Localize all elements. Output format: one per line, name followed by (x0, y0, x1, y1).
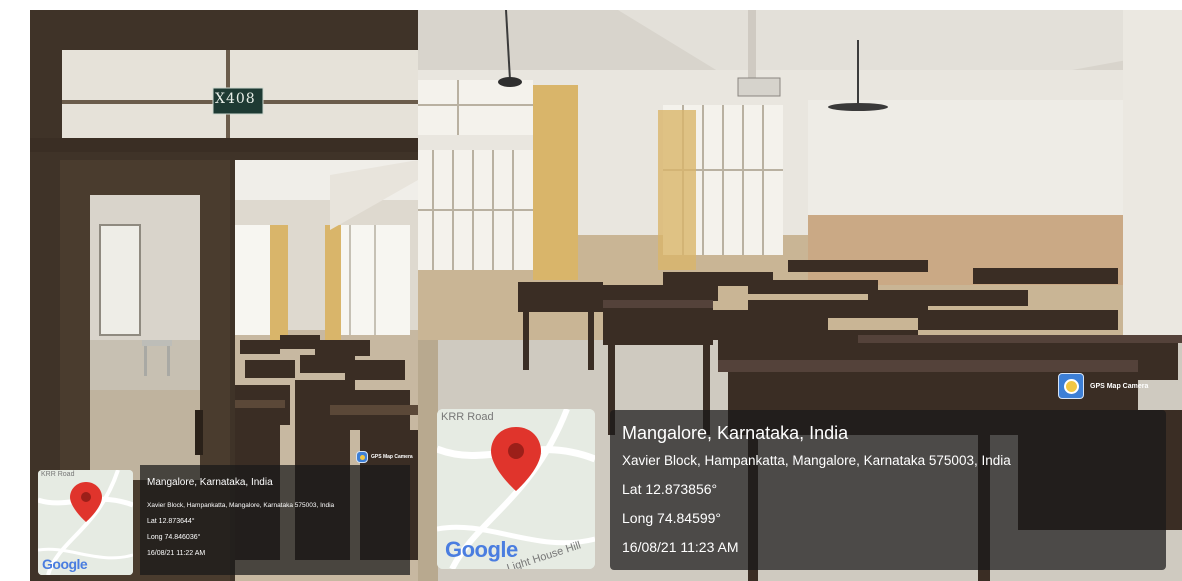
location-title: Mangalore, Karnataka, India (147, 477, 273, 488)
location-datetime: 16/08/21 11:22 AM (147, 550, 206, 557)
gps-badge-label: GPS Map Camera (371, 454, 413, 460)
classroom-photo-right: KRR Road Light House Hill Rd Google GPS … (418, 10, 1182, 581)
location-title: Mangalore, Karnataka, India (622, 423, 849, 443)
map-road-label: KRR Road (441, 411, 494, 423)
google-logo: Google (42, 556, 88, 572)
gps-map-camera-icon (356, 451, 368, 463)
map-thumbnail-left: KRR Road Google (38, 470, 133, 575)
gps-map-camera-icon (1058, 373, 1084, 399)
location-latitude: Lat 12.873644° (147, 518, 195, 525)
location-address: Xavier Block, Hampankatta, Mangalore, Ka… (147, 502, 335, 509)
map-thumbnail-right: KRR Road Light House Hill Rd Google (437, 409, 595, 569)
google-logo: Google (445, 537, 518, 562)
room-sign-label: X408 (215, 91, 256, 107)
location-latitude: Lat 12.873856° (622, 481, 718, 497)
gps-badge-label: GPS Map Camera (1090, 382, 1149, 390)
map-road-label: KRR Road (41, 471, 75, 478)
location-longitude: Long 74.84599° (622, 510, 722, 526)
gps-map-camera-badge-right: GPS Map Camera (1058, 373, 1148, 399)
gps-map-camera-badge-left: GPS Map Camera (356, 451, 413, 463)
location-longitude: Long 74.846036° (147, 534, 201, 541)
location-datetime: 16/08/21 11:23 AM (622, 539, 739, 555)
location-address: Xavier Block, Hampankatta, Mangalore, Ka… (622, 453, 1011, 468)
